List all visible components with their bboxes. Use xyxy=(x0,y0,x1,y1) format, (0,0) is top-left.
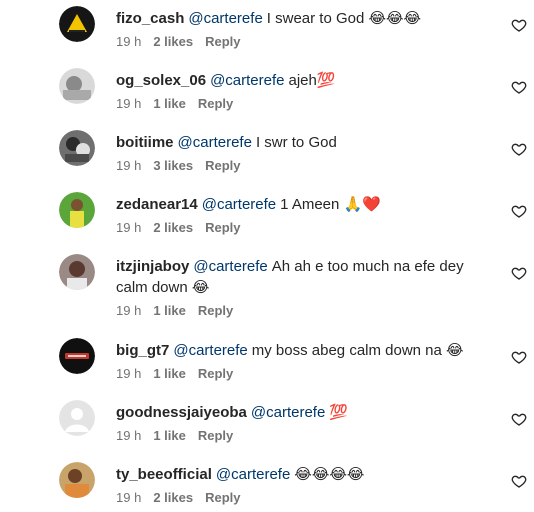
comment-time: 19 h xyxy=(116,220,142,235)
comment-likes[interactable]: 2 likes xyxy=(153,490,193,505)
comment-text: I swear to God xyxy=(266,10,365,27)
comment-mention[interactable]: @carterefe xyxy=(202,196,276,213)
avatar[interactable] xyxy=(59,400,95,436)
avatar[interactable] xyxy=(59,462,95,498)
comment-time: 19 h xyxy=(116,34,142,49)
avatar[interactable] xyxy=(59,68,95,104)
comment-emoji: 😂😂😂 xyxy=(368,9,422,27)
comment-username[interactable]: zedanear14 xyxy=(116,196,198,213)
avatar[interactable] xyxy=(59,130,95,166)
comment-likes[interactable]: 1 like xyxy=(153,303,186,318)
comment-mention[interactable]: @carterefe xyxy=(193,258,267,275)
avatar[interactable] xyxy=(59,338,95,374)
comment-username[interactable]: itzjinjaboy xyxy=(116,258,189,275)
comment-likes[interactable]: 2 likes xyxy=(153,34,193,49)
comment-mention[interactable]: @carterefe xyxy=(216,466,290,483)
reply-button[interactable]: Reply xyxy=(205,490,240,505)
comment-mention[interactable]: @carterefe xyxy=(188,10,262,27)
comment-username[interactable]: og_solex_06 xyxy=(116,72,206,89)
avatar[interactable] xyxy=(59,192,95,228)
like-heart-icon[interactable] xyxy=(511,203,527,219)
comment-mention[interactable]: @carterefe xyxy=(178,134,252,151)
avatar[interactable] xyxy=(59,6,95,42)
like-heart-icon[interactable] xyxy=(511,349,527,365)
reply-button[interactable]: Reply xyxy=(198,303,233,318)
comment-likes[interactable]: 1 like xyxy=(153,366,186,381)
comment-text: 1 Ameen xyxy=(280,196,340,213)
comment-time: 19 h xyxy=(116,303,142,318)
reply-button[interactable]: Reply xyxy=(198,366,233,381)
comment-text: my boss abeg calm down na xyxy=(251,342,442,359)
comment-mention[interactable]: @carterefe xyxy=(210,72,284,89)
like-heart-icon[interactable] xyxy=(511,17,527,33)
like-heart-icon[interactable] xyxy=(511,141,527,157)
comment-likes[interactable]: 1 like xyxy=(153,428,186,443)
like-heart-icon[interactable] xyxy=(511,473,527,489)
comment-username[interactable]: goodnessjaiyeoba xyxy=(116,404,247,421)
comment-mention[interactable]: @carterefe xyxy=(173,342,247,359)
like-heart-icon[interactable] xyxy=(511,411,527,427)
comment-likes[interactable]: 3 likes xyxy=(153,158,193,173)
comment-time: 19 h xyxy=(116,428,142,443)
comment-emoji: 😂😂😂😂 xyxy=(294,465,365,483)
reply-button[interactable]: Reply xyxy=(198,428,233,443)
avatar[interactable] xyxy=(59,254,95,290)
reply-button[interactable]: Reply xyxy=(198,96,233,111)
reply-button[interactable]: Reply xyxy=(205,220,240,235)
comment-username[interactable]: boitiime xyxy=(116,134,174,151)
like-heart-icon[interactable] xyxy=(511,265,527,281)
comment-time: 19 h xyxy=(116,490,142,505)
comment-time: 19 h xyxy=(116,158,142,173)
comment-username[interactable]: fizo_cash xyxy=(116,10,184,27)
comment-mention[interactable]: @carterefe xyxy=(251,404,325,421)
comment-time: 19 h xyxy=(116,366,142,381)
comment-emoji: 💯 xyxy=(316,71,336,89)
comment-emoji: 🙏❤️ xyxy=(343,195,381,213)
reply-button[interactable]: Reply xyxy=(205,158,240,173)
comment-list: fizo_cash @carterefe I swear to God 😂😂😂 19… xyxy=(0,0,534,512)
like-heart-icon[interactable] xyxy=(511,79,527,95)
comment-emoji: 😂 xyxy=(191,278,210,296)
comment-emoji: 😂 xyxy=(446,341,464,359)
comment-likes[interactable]: 1 like xyxy=(153,96,186,111)
reply-button[interactable]: Reply xyxy=(205,34,240,49)
comment-emoji: 💯 xyxy=(329,403,348,421)
comment-likes[interactable]: 2 likes xyxy=(153,220,193,235)
comment-text: ajeh xyxy=(288,72,317,89)
comment-username[interactable]: ty_beeofficial xyxy=(116,466,212,483)
comment-username[interactable]: big_gt7 xyxy=(116,342,169,359)
comment-time: 19 h xyxy=(116,96,142,111)
comment-text: I swr to God xyxy=(255,134,337,151)
